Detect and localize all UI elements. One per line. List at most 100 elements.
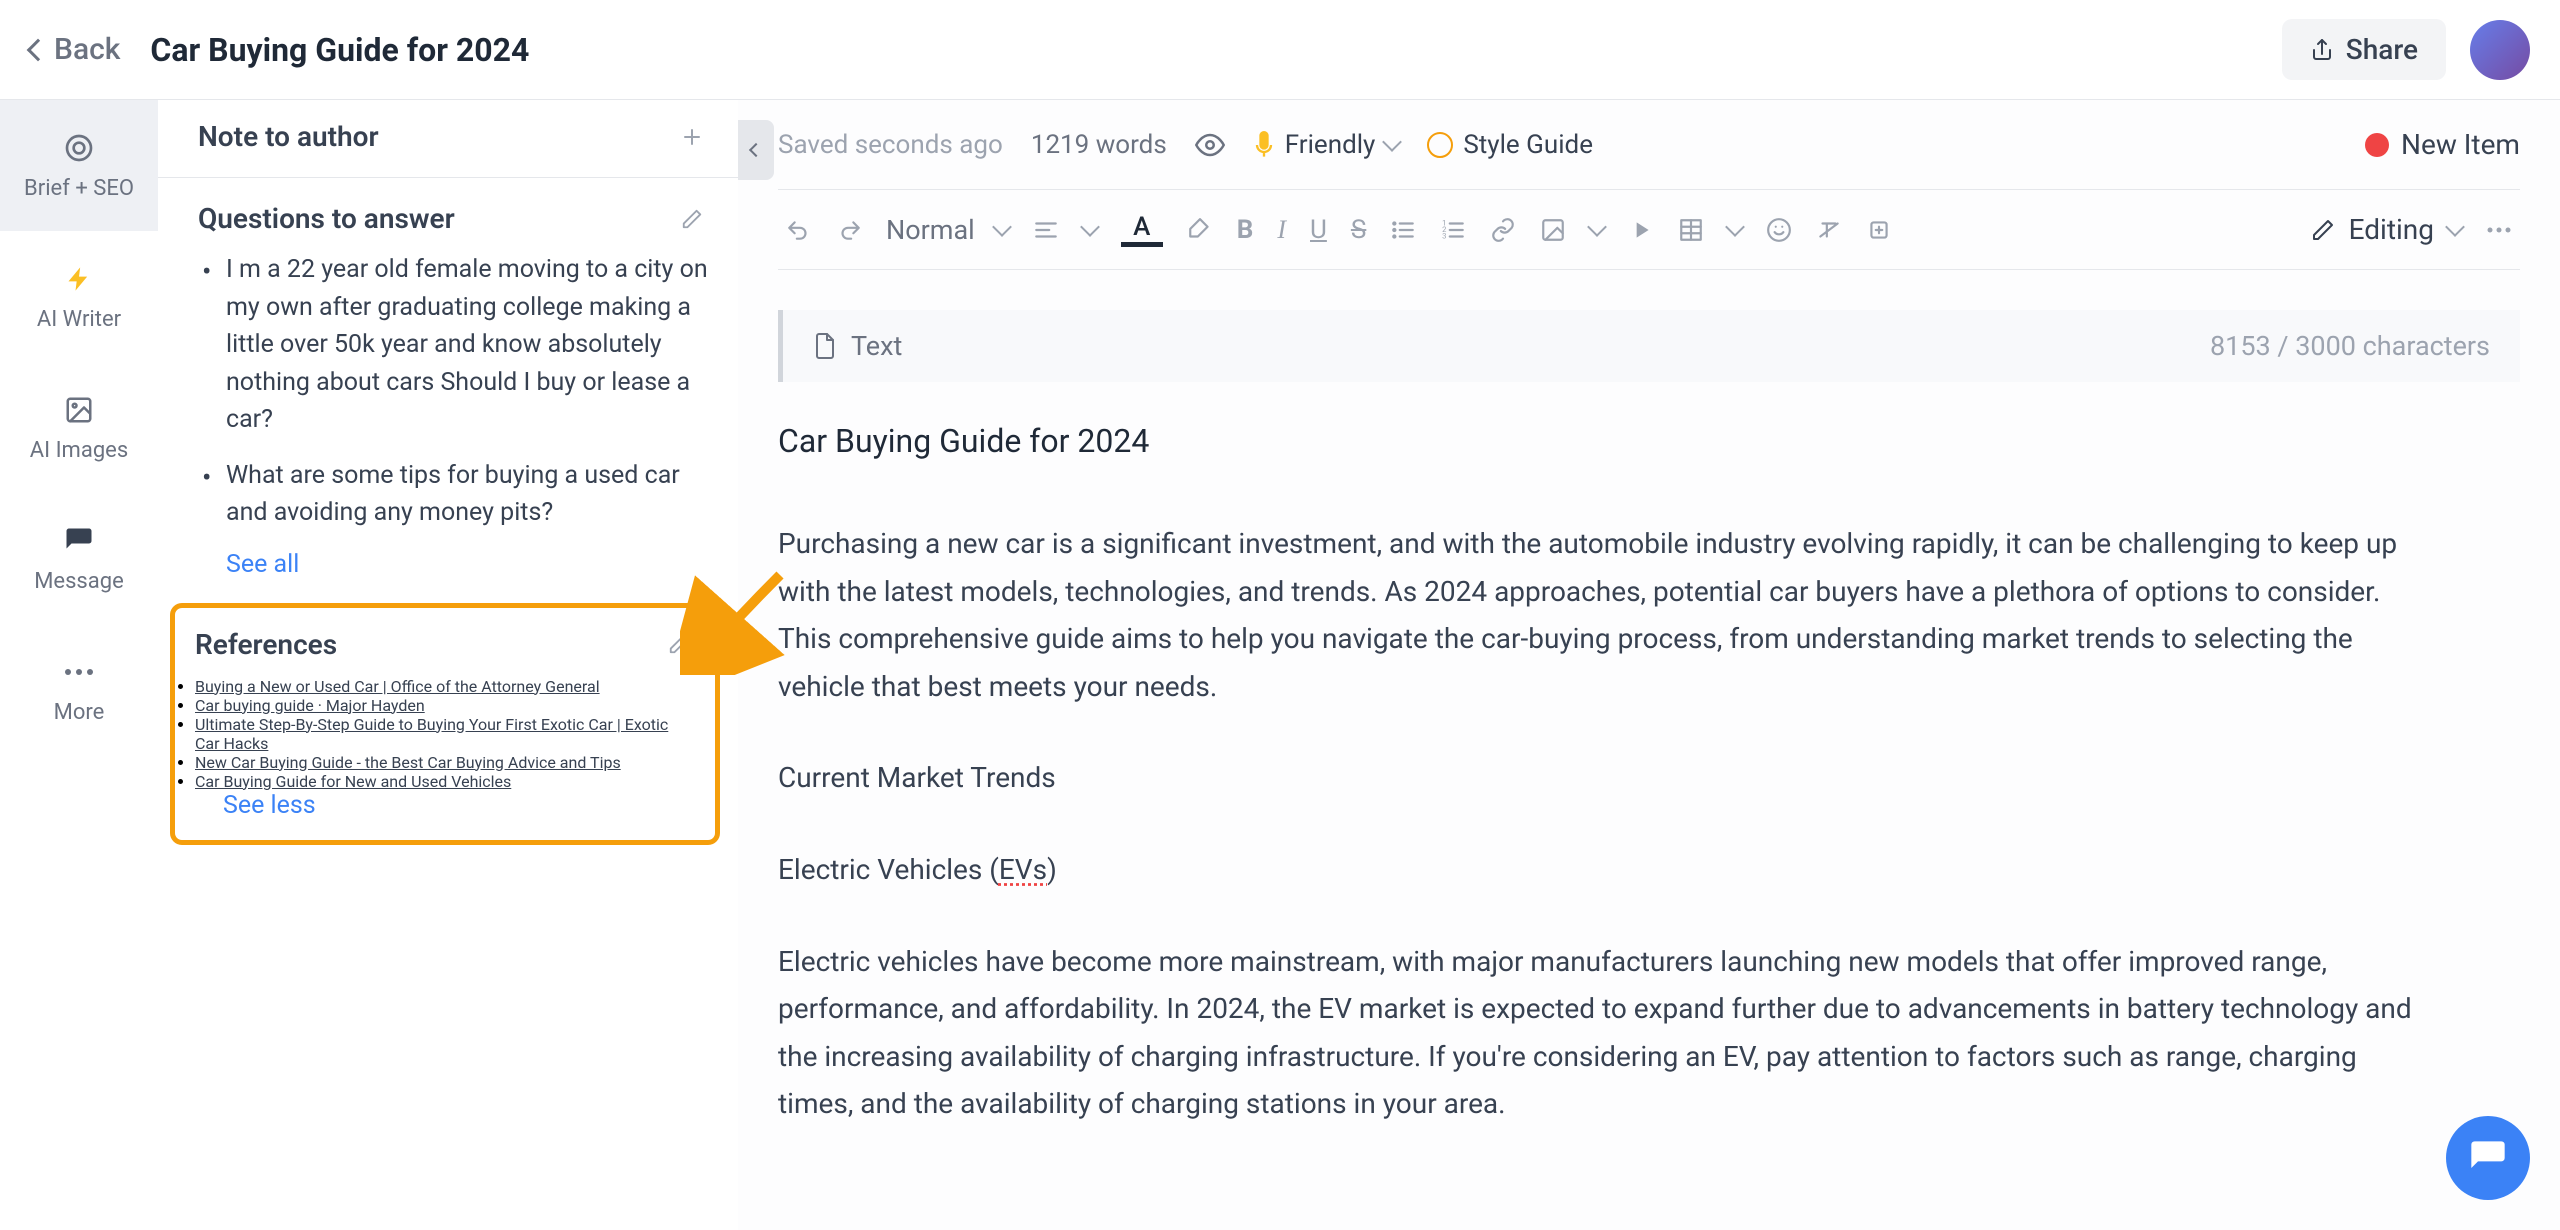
- editor-topbar: Saved seconds ago 1219 words Friendly St…: [778, 100, 2520, 190]
- image-insert-button[interactable]: [1540, 217, 1566, 243]
- reference-link[interactable]: Car buying guide · Major Hayden: [195, 696, 425, 715]
- underline-button[interactable]: U: [1310, 215, 1327, 245]
- status-dot-icon: [2365, 133, 2389, 157]
- nav-label: Message: [34, 569, 124, 594]
- font-color-button[interactable]: A: [1121, 212, 1163, 247]
- question-item: What are some tips for buying a used car…: [226, 457, 708, 532]
- numbered-list-button[interactable]: 123: [1440, 217, 1466, 243]
- link-button[interactable]: [1490, 217, 1516, 243]
- paragraph-style-label: Normal: [886, 214, 975, 246]
- redo-button[interactable]: [836, 217, 862, 243]
- svg-text:3: 3: [1442, 231, 1446, 240]
- see-less-references[interactable]: See less: [195, 791, 695, 820]
- add-note-button[interactable]: [676, 121, 708, 153]
- back-label: Back: [54, 32, 120, 67]
- back-button[interactable]: Back: [30, 32, 120, 67]
- chevron-left-icon: [749, 143, 763, 157]
- help-chat-button[interactable]: [2446, 1116, 2530, 1200]
- chevron-down-icon: [2445, 217, 2465, 237]
- share-button[interactable]: Share: [2282, 19, 2446, 80]
- references-title: References: [195, 628, 337, 661]
- nav-label: AI Writer: [37, 307, 121, 332]
- edit-references-button[interactable]: [663, 628, 695, 660]
- style-guide-label: Style Guide: [1463, 130, 1593, 160]
- bold-button[interactable]: B: [1237, 215, 1254, 245]
- emoji-button[interactable]: [1766, 217, 1792, 243]
- doc-subheading: Current Market Trends: [778, 754, 2438, 802]
- pencil-icon: [2311, 218, 2335, 242]
- nav-rail: Brief + SEO AI Writer AI Images Message …: [0, 100, 158, 1230]
- reference-item: New Car Buying Guide - the Best Car Buyi…: [195, 753, 695, 772]
- nav-label: AI Images: [30, 438, 128, 463]
- nav-ai-images[interactable]: AI Images: [0, 362, 158, 493]
- bullet-list-button[interactable]: [1390, 217, 1416, 243]
- chevron-left-icon: [27, 38, 50, 61]
- undo-button[interactable]: [786, 217, 812, 243]
- nav-ai-writer[interactable]: AI Writer: [0, 231, 158, 362]
- reference-link[interactable]: Buying a New or Used Car | Office of the…: [195, 677, 600, 696]
- insert-button[interactable]: [1866, 217, 1892, 243]
- dots-icon: [61, 654, 97, 690]
- doc-heading: Car Buying Guide for 2024: [778, 422, 2520, 460]
- paragraph-style-select[interactable]: Normal: [886, 214, 1009, 246]
- strikethrough-button[interactable]: S: [1351, 215, 1366, 245]
- question-item: I m a 22 year old female moving to a cit…: [226, 251, 708, 439]
- italic-button[interactable]: I: [1277, 215, 1286, 245]
- formatting-toolbar: Normal A B I U S 123: [778, 190, 2520, 270]
- new-item-indicator[interactable]: New Item: [2365, 128, 2520, 161]
- file-icon: [813, 332, 837, 360]
- sidebar-panel: Note to author Questions to answer I m a…: [158, 100, 738, 1230]
- reference-item: Buying a New or Used Car | Office of the…: [195, 677, 695, 696]
- document-body[interactable]: Car Buying Guide for 2024 Purchasing a n…: [778, 422, 2520, 1172]
- doc-paragraph: Purchasing a new car is a significant in…: [778, 520, 2438, 710]
- reference-item: Ultimate Step-By-Step Guide to Buying Yo…: [195, 715, 695, 753]
- editing-mode-label: Editing: [2349, 213, 2434, 246]
- reference-link[interactable]: Car Buying Guide for New and Used Vehicl…: [195, 772, 511, 791]
- video-button[interactable]: [1628, 217, 1654, 243]
- image-icon: [61, 392, 97, 428]
- share-icon: [2310, 38, 2334, 62]
- text-label: Text: [851, 330, 902, 362]
- questions-title: Questions to answer: [198, 202, 455, 235]
- nav-more[interactable]: More: [0, 624, 158, 755]
- note-section: Note to author: [198, 120, 708, 153]
- nav-label: More: [54, 700, 105, 725]
- check-circle-icon: [1427, 132, 1453, 158]
- share-label: Share: [2346, 33, 2418, 66]
- edit-questions-button[interactable]: [676, 203, 708, 235]
- character-count: 8153 / 3000 characters: [2210, 330, 2490, 362]
- tone-label: Friendly: [1285, 130, 1376, 160]
- chevron-down-icon: [1080, 217, 1100, 237]
- clear-format-button[interactable]: [1816, 217, 1842, 243]
- bolt-icon: [61, 261, 97, 297]
- style-guide-button[interactable]: Style Guide: [1427, 130, 1593, 160]
- target-icon: [61, 130, 97, 166]
- reference-link[interactable]: Ultimate Step-By-Step Guide to Buying Yo…: [195, 715, 668, 753]
- word-count: 1219 words: [1031, 130, 1167, 160]
- chevron-down-icon: [1725, 217, 1745, 237]
- user-avatar[interactable]: [2470, 20, 2530, 80]
- nav-message[interactable]: Message: [0, 493, 158, 624]
- editor-area: Saved seconds ago 1219 words Friendly St…: [738, 100, 2560, 1230]
- highlight-button[interactable]: [1187, 217, 1213, 243]
- references-section: References Buying a New or Used Car | Of…: [170, 603, 720, 845]
- tone-selector[interactable]: Friendly: [1253, 130, 1400, 160]
- doc-subheading: Electric Vehicles (EVs): [778, 846, 2438, 894]
- reference-item: Car buying guide · Major Hayden: [195, 696, 695, 715]
- chat-icon: [61, 523, 97, 559]
- reference-link[interactable]: New Car Buying Guide - the Best Car Buyi…: [195, 753, 621, 772]
- more-toolbar-button[interactable]: [2486, 226, 2512, 234]
- align-button[interactable]: [1033, 217, 1059, 243]
- visibility-button[interactable]: [1195, 130, 1225, 160]
- document-title: Car Buying Guide for 2024: [150, 31, 529, 69]
- nav-brief-seo[interactable]: Brief + SEO: [0, 100, 158, 231]
- collapse-sidebar-button[interactable]: [738, 120, 774, 180]
- editing-mode-select[interactable]: Editing: [2311, 213, 2462, 246]
- see-all-questions[interactable]: See all: [198, 550, 708, 579]
- nav-label: Brief + SEO: [24, 176, 134, 201]
- table-button[interactable]: [1678, 217, 1704, 243]
- text-block-header: Text 8153 / 3000 characters: [778, 310, 2520, 382]
- header-bar: Back Car Buying Guide for 2024 Share: [0, 0, 2560, 100]
- chevron-down-icon: [1382, 132, 1402, 152]
- reference-item: Car Buying Guide for New and Used Vehicl…: [195, 772, 695, 791]
